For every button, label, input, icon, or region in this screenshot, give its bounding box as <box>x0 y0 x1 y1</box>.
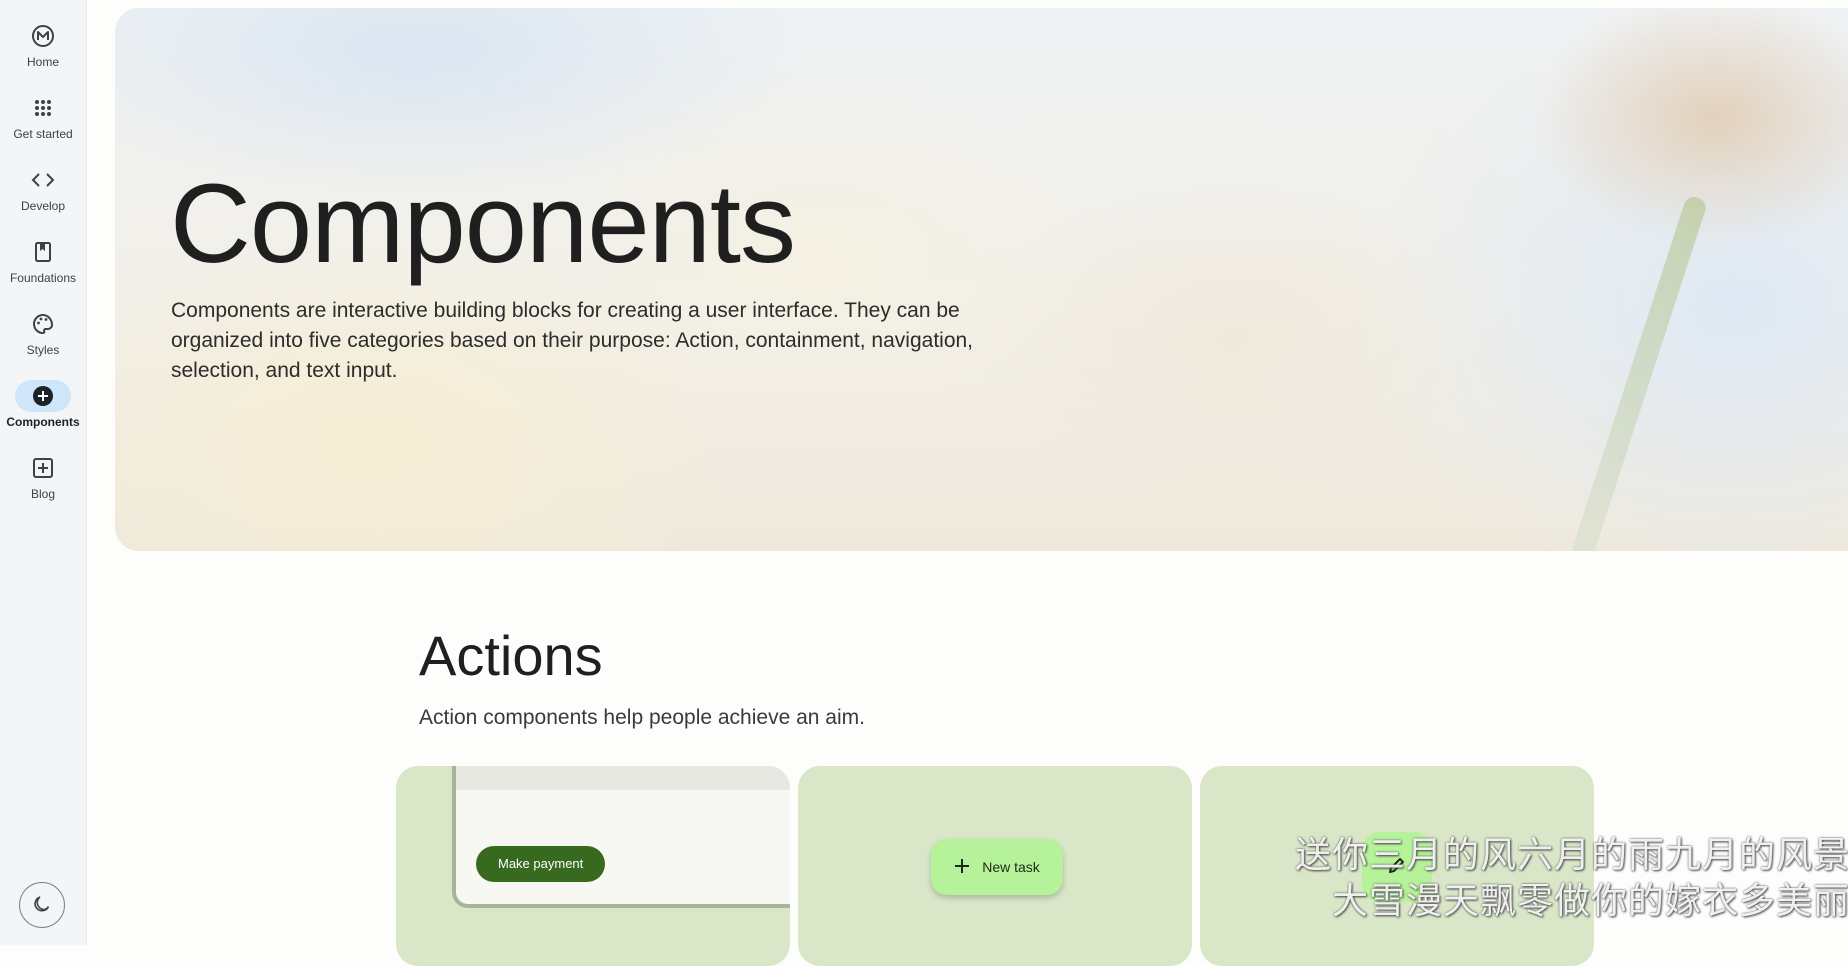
new-task-fab[interactable]: New task <box>931 839 1063 895</box>
actions-section-description: Action components help people achieve an… <box>419 706 865 729</box>
plus-icon <box>954 858 970 877</box>
nav-label-components: Components <box>6 415 80 429</box>
code-icon <box>15 164 71 196</box>
page-description: Components are interactive building bloc… <box>171 299 974 382</box>
nav-label-foundations: Foundations <box>9 271 77 285</box>
nav-item-styles[interactable]: Styles <box>0 308 86 357</box>
subtitle-line-1: 送你三月的风六月的雨九月的风景 <box>1294 835 1848 876</box>
new-task-label: New task <box>982 859 1040 875</box>
nav-label-home: Home <box>26 55 59 69</box>
nav-label-get-started: Get started <box>13 127 73 141</box>
add-box-icon <box>15 452 71 484</box>
navigation-rail: Home Get started Develop Foundations Sty… <box>0 0 87 945</box>
palette-icon <box>15 308 71 340</box>
add-circle-icon <box>15 380 71 412</box>
nav-item-components[interactable]: Components <box>0 380 86 429</box>
nav-item-get-started[interactable]: Get started <box>0 92 86 141</box>
page-title: Components <box>170 161 796 286</box>
theme-toggle-button[interactable] <box>19 882 65 928</box>
mock-window-bar <box>456 766 790 790</box>
m3-logo-icon <box>15 20 71 52</box>
subtitle-line-2: 大雪漫天飘零做你的嫁衣多美丽 <box>1331 881 1848 922</box>
nav-item-develop[interactable]: Develop <box>0 164 86 213</box>
nav-item-foundations[interactable]: Foundations <box>0 236 86 285</box>
apps-grid-icon <box>15 92 71 124</box>
mock-window: Make payment <box>452 766 790 908</box>
nav-label-styles: Styles <box>26 343 60 357</box>
nav-item-home[interactable]: Home <box>0 20 86 69</box>
book-icon <box>15 236 71 268</box>
fab-card[interactable]: New task <box>798 766 1192 966</box>
hero-banner: Components Components are interactive bu… <box>115 8 1848 551</box>
buttons-card[interactable]: Make payment <box>396 766 790 966</box>
nav-item-blog[interactable]: Blog <box>0 452 86 501</box>
nav-label-develop: Develop <box>20 199 66 213</box>
nav-label-blog: Blog <box>30 487 56 501</box>
actions-section-title: Actions <box>419 624 603 687</box>
hero-flower-stem <box>1563 194 1709 551</box>
moon-icon <box>33 894 51 917</box>
make-payment-button[interactable]: Make payment <box>476 846 606 882</box>
